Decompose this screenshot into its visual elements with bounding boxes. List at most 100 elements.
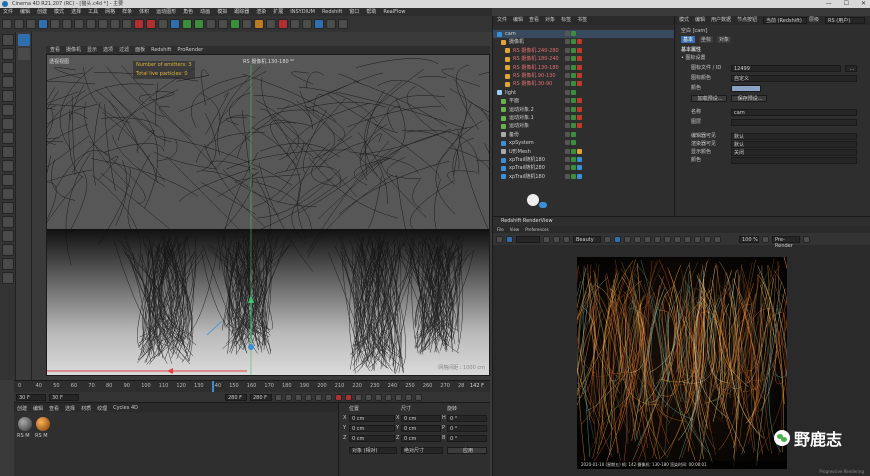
attribute-option-value[interactable] (731, 157, 857, 164)
render-view-icon[interactable] (134, 19, 144, 29)
zoom-icon[interactable] (762, 235, 769, 243)
rotation-key-icon[interactable] (375, 393, 382, 401)
material-tab-4[interactable]: 材质 (81, 405, 91, 412)
point-level-icon[interactable] (405, 393, 412, 401)
viewport-layout-icon[interactable] (18, 34, 30, 46)
crop-icon[interactable] (563, 235, 570, 243)
menu-item-14[interactable]: 渲染 (256, 8, 266, 16)
model-mode-icon[interactable] (2, 48, 14, 60)
preview-end-field[interactable]: 280 F (250, 393, 272, 401)
maximize-icon[interactable]: ☐ (844, 0, 849, 8)
material-tab-0[interactable]: 创建 (17, 405, 27, 412)
enable-check-icon[interactable] (571, 98, 576, 104)
object-row[interactable]: 运动对象.1 (493, 114, 675, 122)
menu-item-0[interactable]: 文件 (3, 8, 13, 16)
attribute-tab-2[interactable]: 用户数据 (711, 16, 731, 25)
move-icon[interactable] (38, 19, 48, 29)
redshift-icon[interactable] (266, 19, 276, 29)
post-fx-icon[interactable] (674, 235, 681, 243)
visibility-dots-icon[interactable] (565, 31, 570, 36)
exposure-icon[interactable] (694, 235, 701, 243)
attribute-option-value[interactable]: 关闭 (731, 149, 857, 156)
material-tab-6[interactable]: Cycles 4D (113, 405, 138, 411)
object-row[interactable]: 摄像机 (493, 38, 675, 46)
color-channel-icon[interactable] (604, 235, 611, 243)
texture-mode-icon[interactable] (2, 62, 14, 74)
ipr-icon[interactable] (506, 235, 513, 243)
size-field[interactable]: 0 cm (401, 415, 441, 422)
beauty-dropdown[interactable]: Beauty (573, 235, 601, 243)
start-frame-field[interactable]: 30 F (16, 393, 46, 401)
save-preset-button[interactable]: 保存预设... (731, 95, 767, 102)
fit-icon[interactable] (664, 235, 671, 243)
enable-check-icon[interactable] (571, 173, 576, 179)
renderview-menu-item-2[interactable]: Preferences (525, 226, 549, 233)
realflow-icon[interactable] (302, 19, 312, 29)
visibility-dots-icon[interactable] (565, 39, 570, 45)
object-row[interactable]: xpSystem (493, 139, 675, 147)
tweak-mode-icon[interactable] (2, 146, 14, 158)
enable-check-icon[interactable] (571, 106, 576, 112)
attribute-tab-1[interactable]: 编辑 (695, 16, 705, 25)
object-row[interactable]: RS 摄像机.30-90 (493, 80, 675, 88)
solo-icon[interactable] (2, 216, 14, 228)
material-swatch-2[interactable] (36, 417, 50, 431)
object-row[interactable]: U形Mesh (493, 148, 675, 156)
rotate-icon[interactable] (62, 19, 72, 29)
play-icon[interactable] (305, 393, 312, 401)
menu-item-11[interactable]: 动画 (200, 8, 210, 16)
menu-item-17[interactable]: Redshift (322, 8, 342, 16)
object-row[interactable]: 运动对象.2 (493, 106, 675, 114)
name-field[interactable]: cam (731, 109, 857, 116)
layer-field[interactable] (731, 119, 857, 126)
points-mode-icon[interactable] (2, 90, 14, 102)
enable-check-icon[interactable] (571, 39, 576, 45)
enable-check-icon[interactable] (571, 131, 576, 137)
menu-item-19[interactable]: 帮助 (366, 8, 376, 16)
enable-check-icon[interactable] (571, 47, 576, 53)
material-tab-3[interactable]: 选择 (65, 405, 75, 412)
timeline-layout-icon[interactable] (415, 393, 422, 401)
enable-check-icon[interactable] (571, 56, 576, 62)
visibility-dots-icon[interactable] (565, 98, 570, 104)
render-canvas[interactable]: 2020-01-10 (星期五) 帧: 142 摄像机: 130-180 渲染时… (577, 257, 787, 469)
auto-key-icon[interactable] (345, 393, 352, 401)
snap-tool-icon[interactable] (2, 160, 14, 172)
sculpt-icon[interactable] (2, 174, 14, 186)
position-field[interactable]: 0 cm (349, 435, 395, 442)
material-tag-icon[interactable] (577, 98, 582, 104)
menu-item-12[interactable]: 模拟 (217, 8, 227, 16)
render-picture-viewer-icon[interactable] (146, 19, 156, 29)
trail-tag-icon[interactable] (577, 165, 582, 171)
visibility-dots-icon[interactable] (565, 148, 570, 154)
spline-pen-icon[interactable] (182, 19, 192, 29)
menu-item-6[interactable]: 网格 (105, 8, 115, 16)
enable-check-icon[interactable] (571, 64, 576, 70)
material-tag-icon[interactable] (577, 106, 582, 112)
object-row[interactable]: 运动对象 (493, 122, 675, 130)
floor-icon[interactable] (230, 19, 240, 29)
size-field[interactable]: 0 cm (401, 425, 441, 432)
material-tab-1[interactable]: 编辑 (33, 405, 43, 412)
viewport-menu-item-6[interactable]: Redshift (151, 46, 171, 54)
load-preset-button[interactable]: 加载预设... (691, 95, 727, 102)
object-tab-2[interactable]: 查看 (529, 16, 539, 25)
object-row[interactable]: cam (493, 30, 675, 38)
preview-start-field[interactable]: 30 F (49, 393, 79, 401)
redshift-tag-icon[interactable] (577, 56, 582, 62)
history-icon[interactable] (624, 235, 631, 243)
object-row[interactable]: 平面 (493, 97, 675, 105)
enable-check-icon[interactable] (571, 73, 576, 78)
lock-aspect-icon[interactable] (614, 235, 621, 243)
settings-gear-icon[interactable] (714, 235, 721, 243)
visibility-dots-icon[interactable] (565, 123, 570, 129)
paint-icon[interactable] (2, 188, 14, 200)
play-backward-icon[interactable] (295, 393, 302, 401)
menu-item-16[interactable]: INSYDIUM (290, 8, 315, 16)
enable-check-icon[interactable] (571, 31, 576, 36)
visibility-dots-icon[interactable] (565, 64, 570, 70)
render-settings-icon[interactable] (158, 19, 168, 29)
visibility-dots-icon[interactable] (565, 115, 570, 120)
redshift-tag-icon[interactable] (577, 39, 582, 45)
visibility-dots-icon[interactable] (565, 165, 570, 171)
